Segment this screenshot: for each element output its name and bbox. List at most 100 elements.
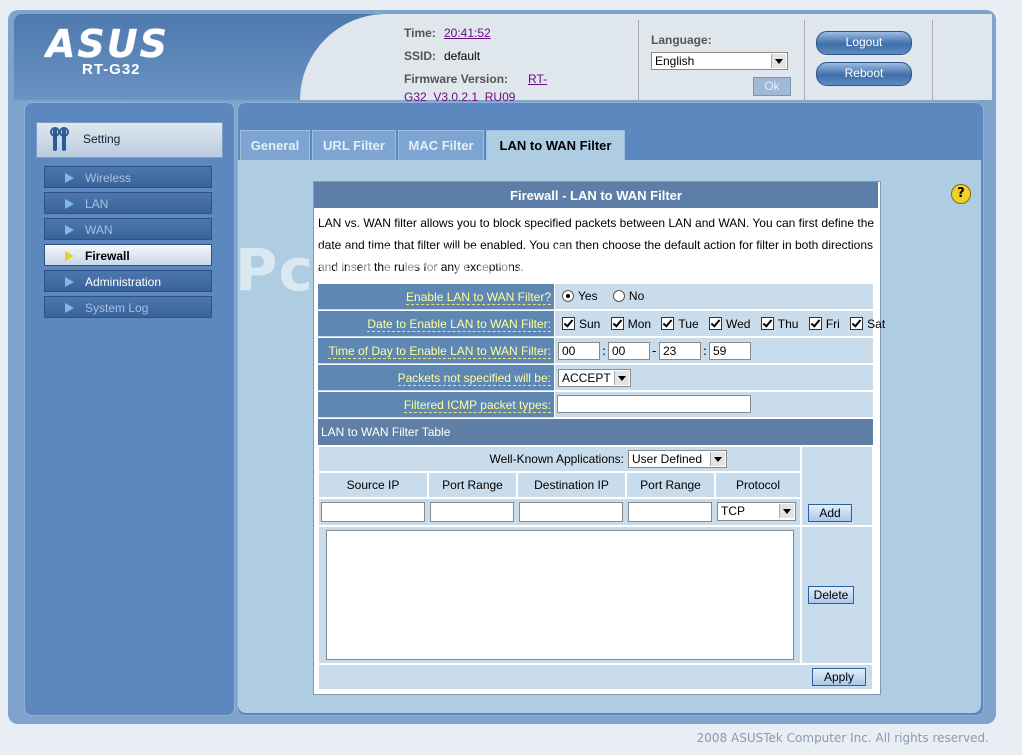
checkbox-checked-icon	[610, 317, 624, 330]
time-label: Time:	[404, 26, 436, 40]
asus-logo: ASUS	[44, 24, 169, 60]
col-source-ip: Source IP	[318, 472, 428, 498]
checkbox-checked-icon	[708, 317, 722, 330]
start-hour-input[interactable]: 00	[558, 342, 600, 360]
time-value[interactable]: 20:41:52	[444, 26, 491, 40]
protocol-select[interactable]: TCP	[717, 502, 796, 521]
enable-no-label: No	[628, 289, 645, 303]
chevron-down-icon	[779, 504, 794, 518]
help-icon[interactable]: ?	[951, 184, 971, 204]
add-button[interactable]: Add	[808, 504, 852, 522]
icmp-input[interactable]	[557, 395, 751, 413]
tab-lan-to-wan-filter[interactable]: LAN to WAN Filter	[486, 130, 625, 160]
sidebar-item-wan[interactable]: WAN	[44, 218, 212, 240]
tab-url-filter[interactable]: URL Filter	[312, 130, 396, 160]
destination-ip-input[interactable]	[519, 502, 623, 522]
arrow-right-icon	[65, 173, 74, 183]
col-protocol: Protocol	[715, 472, 801, 498]
apply-row	[318, 664, 873, 690]
delete-button[interactable]: Delete	[808, 586, 854, 604]
well-known-select[interactable]: User Defined	[628, 450, 727, 468]
col-destination-ip: Destination IP	[517, 472, 626, 498]
destination-port-input[interactable]	[628, 502, 712, 522]
svg-text:ASUS: ASUS	[44, 24, 169, 60]
model-name: RT-G32	[82, 61, 141, 78]
sidebar-item-wireless[interactable]: Wireless	[44, 166, 212, 188]
day-label: Sun	[579, 317, 601, 331]
firmware-value-line1[interactable]: RT-	[528, 72, 547, 86]
day-mon-checkbox[interactable]: Mon	[610, 317, 651, 331]
language-select[interactable]: English	[651, 52, 788, 70]
sidebar-item-administration[interactable]: Administration	[44, 270, 212, 292]
day-label: Fri	[825, 317, 840, 331]
sidebar-item-lan[interactable]: LAN	[44, 192, 212, 214]
checkbox-checked-icon	[808, 317, 822, 330]
day-sun-checkbox[interactable]: Sun	[562, 317, 600, 331]
apply-button[interactable]: Apply	[812, 668, 866, 686]
enable-yes-radio[interactable]: Yes	[562, 289, 598, 303]
language-select-value: English	[655, 54, 695, 68]
date-days: Sun Mon Tue Wed Thu Fri Sat	[555, 311, 885, 337]
chevron-down-icon	[710, 452, 725, 466]
day-label: Tue	[678, 317, 699, 331]
sidebar-item-label: Firewall	[85, 249, 130, 263]
start-minute-input[interactable]: 00	[608, 342, 650, 360]
sidebar-item-system-log[interactable]: System Log	[44, 296, 212, 318]
sidebar-item-label: Wireless	[85, 171, 132, 185]
checkbox-checked-icon	[661, 317, 675, 330]
language-ok-button[interactable]: Ok	[753, 77, 791, 96]
reboot-button[interactable]: Reboot	[816, 62, 912, 86]
day-fri-checkbox[interactable]: Fri	[808, 317, 840, 331]
sidebar-item-label: LAN	[85, 197, 109, 211]
tab-mac-filter[interactable]: MAC Filter	[398, 130, 484, 160]
rules-listbox[interactable]	[326, 530, 794, 660]
enable-no-radio[interactable]: No	[612, 289, 645, 303]
firmware-label: Firmware Version:	[404, 72, 509, 86]
day-sat-checkbox[interactable]: Sat	[850, 317, 885, 331]
arrow-right-icon	[65, 303, 74, 313]
packets-select-value: ACCEPT	[562, 371, 611, 385]
time-colon: :	[703, 344, 708, 358]
enable-filter-options: Yes No	[555, 284, 873, 310]
filter-table-title: LAN to WAN Filter Table	[318, 419, 873, 445]
ssid-value: default	[444, 49, 481, 63]
ssid-label: SSID:	[404, 49, 437, 63]
arrow-right-icon	[65, 225, 74, 235]
time-of-day-label: Time of Day to Enable LAN to WAN Filter:	[318, 338, 554, 364]
packets-label: Packets not specified will be:	[318, 365, 554, 391]
checkbox-checked-icon	[760, 317, 774, 330]
end-hour-input[interactable]: 23	[659, 342, 701, 360]
chevron-down-icon	[771, 54, 786, 68]
tab-general[interactable]: General	[240, 130, 310, 160]
well-known-select-value: User Defined	[632, 452, 703, 466]
end-minute-input[interactable]: 59	[709, 342, 751, 360]
sidebar-item-label: Administration	[85, 275, 162, 289]
col-port-range-dest: Port Range	[626, 472, 715, 498]
source-ip-input[interactable]	[321, 502, 425, 522]
checkbox-checked-icon	[562, 317, 575, 330]
day-label: Wed	[725, 317, 751, 331]
source-port-input[interactable]	[430, 502, 514, 522]
chevron-down-icon	[614, 371, 629, 385]
copyright-footer: 2008 ASUSTek Computer Inc. All rights re…	[696, 731, 989, 745]
radio-checked-icon	[562, 290, 574, 302]
time-dash: -	[652, 344, 657, 358]
day-tue-checkbox[interactable]: Tue	[661, 317, 699, 331]
day-label: Thu	[777, 317, 799, 331]
panel-title: Firewall - LAN to WAN Filter	[314, 182, 878, 208]
icmp-label: Filtered ICMP packet types:	[318, 392, 554, 418]
day-wed-checkbox[interactable]: Wed	[708, 317, 751, 331]
well-known-label: Well-Known Applications:	[318, 446, 801, 472]
day-thu-checkbox[interactable]: Thu	[760, 317, 799, 331]
sidebar-item-firewall[interactable]: Firewall	[44, 244, 212, 266]
sidebar-setting-header: Setting	[36, 122, 223, 158]
enable-filter-label: Enable LAN to WAN Filter?	[318, 284, 554, 310]
col-port-range: Port Range	[428, 472, 517, 498]
sidebar-item-label: System Log	[85, 301, 149, 315]
protocol-select-value: TCP	[721, 504, 745, 518]
day-label: Sat	[867, 317, 886, 331]
arrow-right-icon	[65, 277, 74, 287]
logout-button[interactable]: Logout	[816, 31, 912, 55]
header-divider-2	[804, 20, 805, 102]
packets-select[interactable]: ACCEPT	[558, 369, 631, 387]
